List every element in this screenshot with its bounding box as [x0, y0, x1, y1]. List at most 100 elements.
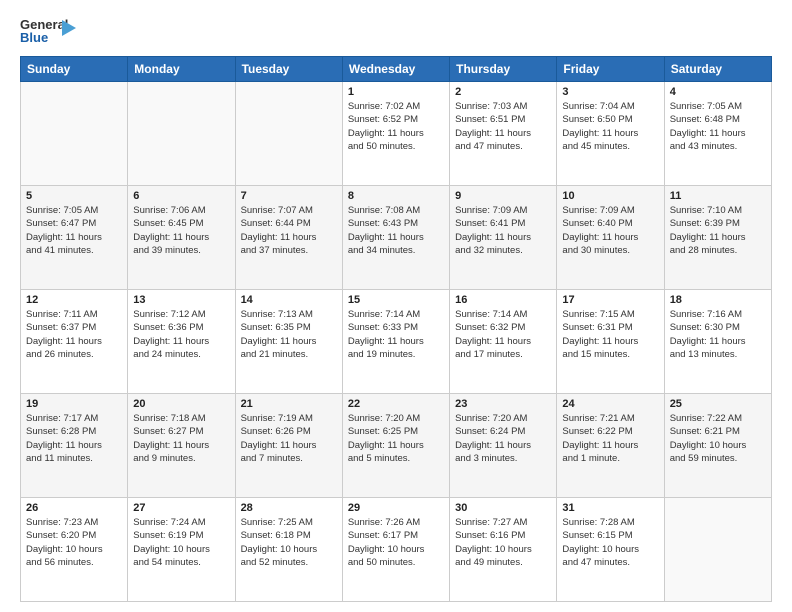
page: GeneralBlue SundayMondayTuesdayWednesday…	[0, 0, 792, 612]
day-info: Sunrise: 7:07 AM Sunset: 6:44 PM Dayligh…	[241, 204, 337, 257]
day-number: 12	[26, 294, 122, 306]
day-info: Sunrise: 7:05 AM Sunset: 6:48 PM Dayligh…	[670, 100, 766, 153]
day-number: 14	[241, 294, 337, 306]
day-info: Sunrise: 7:22 AM Sunset: 6:21 PM Dayligh…	[670, 412, 766, 465]
day-info: Sunrise: 7:10 AM Sunset: 6:39 PM Dayligh…	[670, 204, 766, 257]
day-number: 22	[348, 398, 444, 410]
day-info: Sunrise: 7:28 AM Sunset: 6:15 PM Dayligh…	[562, 516, 658, 569]
calendar-cell: 3 Sunrise: 7:04 AM Sunset: 6:50 PM Daylig…	[557, 82, 664, 186]
day-info: Sunrise: 7:15 AM Sunset: 6:31 PM Dayligh…	[562, 308, 658, 361]
day-info: Sunrise: 7:14 AM Sunset: 6:33 PM Dayligh…	[348, 308, 444, 361]
day-number: 4	[670, 86, 766, 98]
weekday-header-row: SundayMondayTuesdayWednesdayThursdayFrid…	[21, 57, 772, 82]
calendar-cell: 28 Sunrise: 7:25 AM Sunset: 6:18 PM Dayli…	[235, 498, 342, 602]
calendar-cell: 16 Sunrise: 7:14 AM Sunset: 6:32 PM Dayli…	[450, 290, 557, 394]
day-info: Sunrise: 7:20 AM Sunset: 6:25 PM Dayligh…	[348, 412, 444, 465]
weekday-header-friday: Friday	[557, 57, 664, 82]
day-number: 21	[241, 398, 337, 410]
calendar-cell: 23 Sunrise: 7:20 AM Sunset: 6:24 PM Dayli…	[450, 394, 557, 498]
day-info: Sunrise: 7:11 AM Sunset: 6:37 PM Dayligh…	[26, 308, 122, 361]
day-info: Sunrise: 7:25 AM Sunset: 6:18 PM Dayligh…	[241, 516, 337, 569]
logo: GeneralBlue	[20, 16, 76, 46]
calendar-cell: 29 Sunrise: 7:26 AM Sunset: 6:17 PM Dayli…	[342, 498, 449, 602]
calendar-cell	[21, 82, 128, 186]
weekday-header-tuesday: Tuesday	[235, 57, 342, 82]
calendar-cell: 26 Sunrise: 7:23 AM Sunset: 6:20 PM Dayli…	[21, 498, 128, 602]
day-info: Sunrise: 7:19 AM Sunset: 6:26 PM Dayligh…	[241, 412, 337, 465]
calendar-cell: 27 Sunrise: 7:24 AM Sunset: 6:19 PM Dayli…	[128, 498, 235, 602]
day-info: Sunrise: 7:04 AM Sunset: 6:50 PM Dayligh…	[562, 100, 658, 153]
day-info: Sunrise: 7:26 AM Sunset: 6:17 PM Dayligh…	[348, 516, 444, 569]
day-number: 13	[133, 294, 229, 306]
day-number: 9	[455, 190, 551, 202]
calendar-cell: 2Sunrise: 7:03 AM Sunset: 6:51 PM Daylig…	[450, 82, 557, 186]
day-number: 3	[562, 86, 658, 98]
day-number: 31	[562, 502, 658, 514]
day-info: Sunrise: 7:17 AM Sunset: 6:28 PM Dayligh…	[26, 412, 122, 465]
day-number: 29	[348, 502, 444, 514]
day-info: Sunrise: 7:20 AM Sunset: 6:24 PM Dayligh…	[455, 412, 551, 465]
day-number: 19	[26, 398, 122, 410]
day-info: Sunrise: 7:13 AM Sunset: 6:35 PM Dayligh…	[241, 308, 337, 361]
calendar-cell: 24Sunrise: 7:21 AM Sunset: 6:22 PM Dayli…	[557, 394, 664, 498]
calendar-cell: 15 Sunrise: 7:14 AM Sunset: 6:33 PM Dayli…	[342, 290, 449, 394]
calendar-cell: 31 Sunrise: 7:28 AM Sunset: 6:15 PM Dayli…	[557, 498, 664, 602]
calendar-cell: 8 Sunrise: 7:08 AM Sunset: 6:43 PM Daylig…	[342, 186, 449, 290]
day-number: 25	[670, 398, 766, 410]
day-number: 16	[455, 294, 551, 306]
day-info: Sunrise: 7:24 AM Sunset: 6:19 PM Dayligh…	[133, 516, 229, 569]
day-info: Sunrise: 7:09 AM Sunset: 6:41 PM Dayligh…	[455, 204, 551, 257]
day-number: 7	[241, 190, 337, 202]
day-number: 15	[348, 294, 444, 306]
day-info: Sunrise: 7:08 AM Sunset: 6:43 PM Dayligh…	[348, 204, 444, 257]
day-info: Sunrise: 7:18 AM Sunset: 6:27 PM Dayligh…	[133, 412, 229, 465]
calendar-cell: 5 Sunrise: 7:05 AM Sunset: 6:47 PM Daylig…	[21, 186, 128, 290]
day-info: Sunrise: 7:16 AM Sunset: 6:30 PM Dayligh…	[670, 308, 766, 361]
calendar-cell: 21 Sunrise: 7:19 AM Sunset: 6:26 PM Dayli…	[235, 394, 342, 498]
calendar-cell: 4 Sunrise: 7:05 AM Sunset: 6:48 PM Daylig…	[664, 82, 771, 186]
calendar-cell: 6 Sunrise: 7:06 AM Sunset: 6:45 PM Daylig…	[128, 186, 235, 290]
day-number: 28	[241, 502, 337, 514]
day-number: 8	[348, 190, 444, 202]
day-info: Sunrise: 7:27 AM Sunset: 6:16 PM Dayligh…	[455, 516, 551, 569]
weekday-header-monday: Monday	[128, 57, 235, 82]
day-number: 10	[562, 190, 658, 202]
calendar-cell: 9 Sunrise: 7:09 AM Sunset: 6:41 PM Daylig…	[450, 186, 557, 290]
week-row-3: 19 Sunrise: 7:17 AM Sunset: 6:28 PM Dayli…	[21, 394, 772, 498]
calendar-cell: 11 Sunrise: 7:10 AM Sunset: 6:39 PM Dayli…	[664, 186, 771, 290]
calendar-cell: 20 Sunrise: 7:18 AM Sunset: 6:27 PM Dayli…	[128, 394, 235, 498]
day-number: 6	[133, 190, 229, 202]
header: GeneralBlue	[20, 16, 772, 46]
day-number: 26	[26, 502, 122, 514]
calendar-cell: 14 Sunrise: 7:13 AM Sunset: 6:35 PM Dayli…	[235, 290, 342, 394]
week-row-2: 12 Sunrise: 7:11 AM Sunset: 6:37 PM Dayli…	[21, 290, 772, 394]
day-number: 1	[348, 86, 444, 98]
day-number: 30	[455, 502, 551, 514]
calendar-cell: 25 Sunrise: 7:22 AM Sunset: 6:21 PM Dayli…	[664, 394, 771, 498]
day-info: Sunrise: 7:14 AM Sunset: 6:32 PM Dayligh…	[455, 308, 551, 361]
calendar-cell: 30 Sunrise: 7:27 AM Sunset: 6:16 PM Dayli…	[450, 498, 557, 602]
week-row-0: 1 Sunrise: 7:02 AM Sunset: 6:52 PM Daylig…	[21, 82, 772, 186]
calendar-cell: 12 Sunrise: 7:11 AM Sunset: 6:37 PM Dayli…	[21, 290, 128, 394]
day-number: 5	[26, 190, 122, 202]
calendar-cell: 17 Sunrise: 7:15 AM Sunset: 6:31 PM Dayli…	[557, 290, 664, 394]
day-info: Sunrise: 7:02 AM Sunset: 6:52 PM Dayligh…	[348, 100, 444, 153]
calendar-cell: 18Sunrise: 7:16 AM Sunset: 6:30 PM Dayli…	[664, 290, 771, 394]
day-number: 11	[670, 190, 766, 202]
day-number: 17	[562, 294, 658, 306]
calendar-table: SundayMondayTuesdayWednesdayThursdayFrid…	[20, 56, 772, 602]
day-info: Sunrise: 7:05 AM Sunset: 6:47 PM Dayligh…	[26, 204, 122, 257]
calendar-cell: 13Sunrise: 7:12 AM Sunset: 6:36 PM Dayli…	[128, 290, 235, 394]
day-info: Sunrise: 7:23 AM Sunset: 6:20 PM Dayligh…	[26, 516, 122, 569]
day-number: 27	[133, 502, 229, 514]
week-row-4: 26 Sunrise: 7:23 AM Sunset: 6:20 PM Dayli…	[21, 498, 772, 602]
weekday-header-sunday: Sunday	[21, 57, 128, 82]
day-number: 23	[455, 398, 551, 410]
day-number: 20	[133, 398, 229, 410]
day-info: Sunrise: 7:21 AM Sunset: 6:22 PM Dayligh…	[562, 412, 658, 465]
day-info: Sunrise: 7:09 AM Sunset: 6:40 PM Dayligh…	[562, 204, 658, 257]
day-info: Sunrise: 7:06 AM Sunset: 6:45 PM Dayligh…	[133, 204, 229, 257]
calendar-cell: 10 Sunrise: 7:09 AM Sunset: 6:40 PM Dayli…	[557, 186, 664, 290]
weekday-header-wednesday: Wednesday	[342, 57, 449, 82]
calendar-cell	[235, 82, 342, 186]
